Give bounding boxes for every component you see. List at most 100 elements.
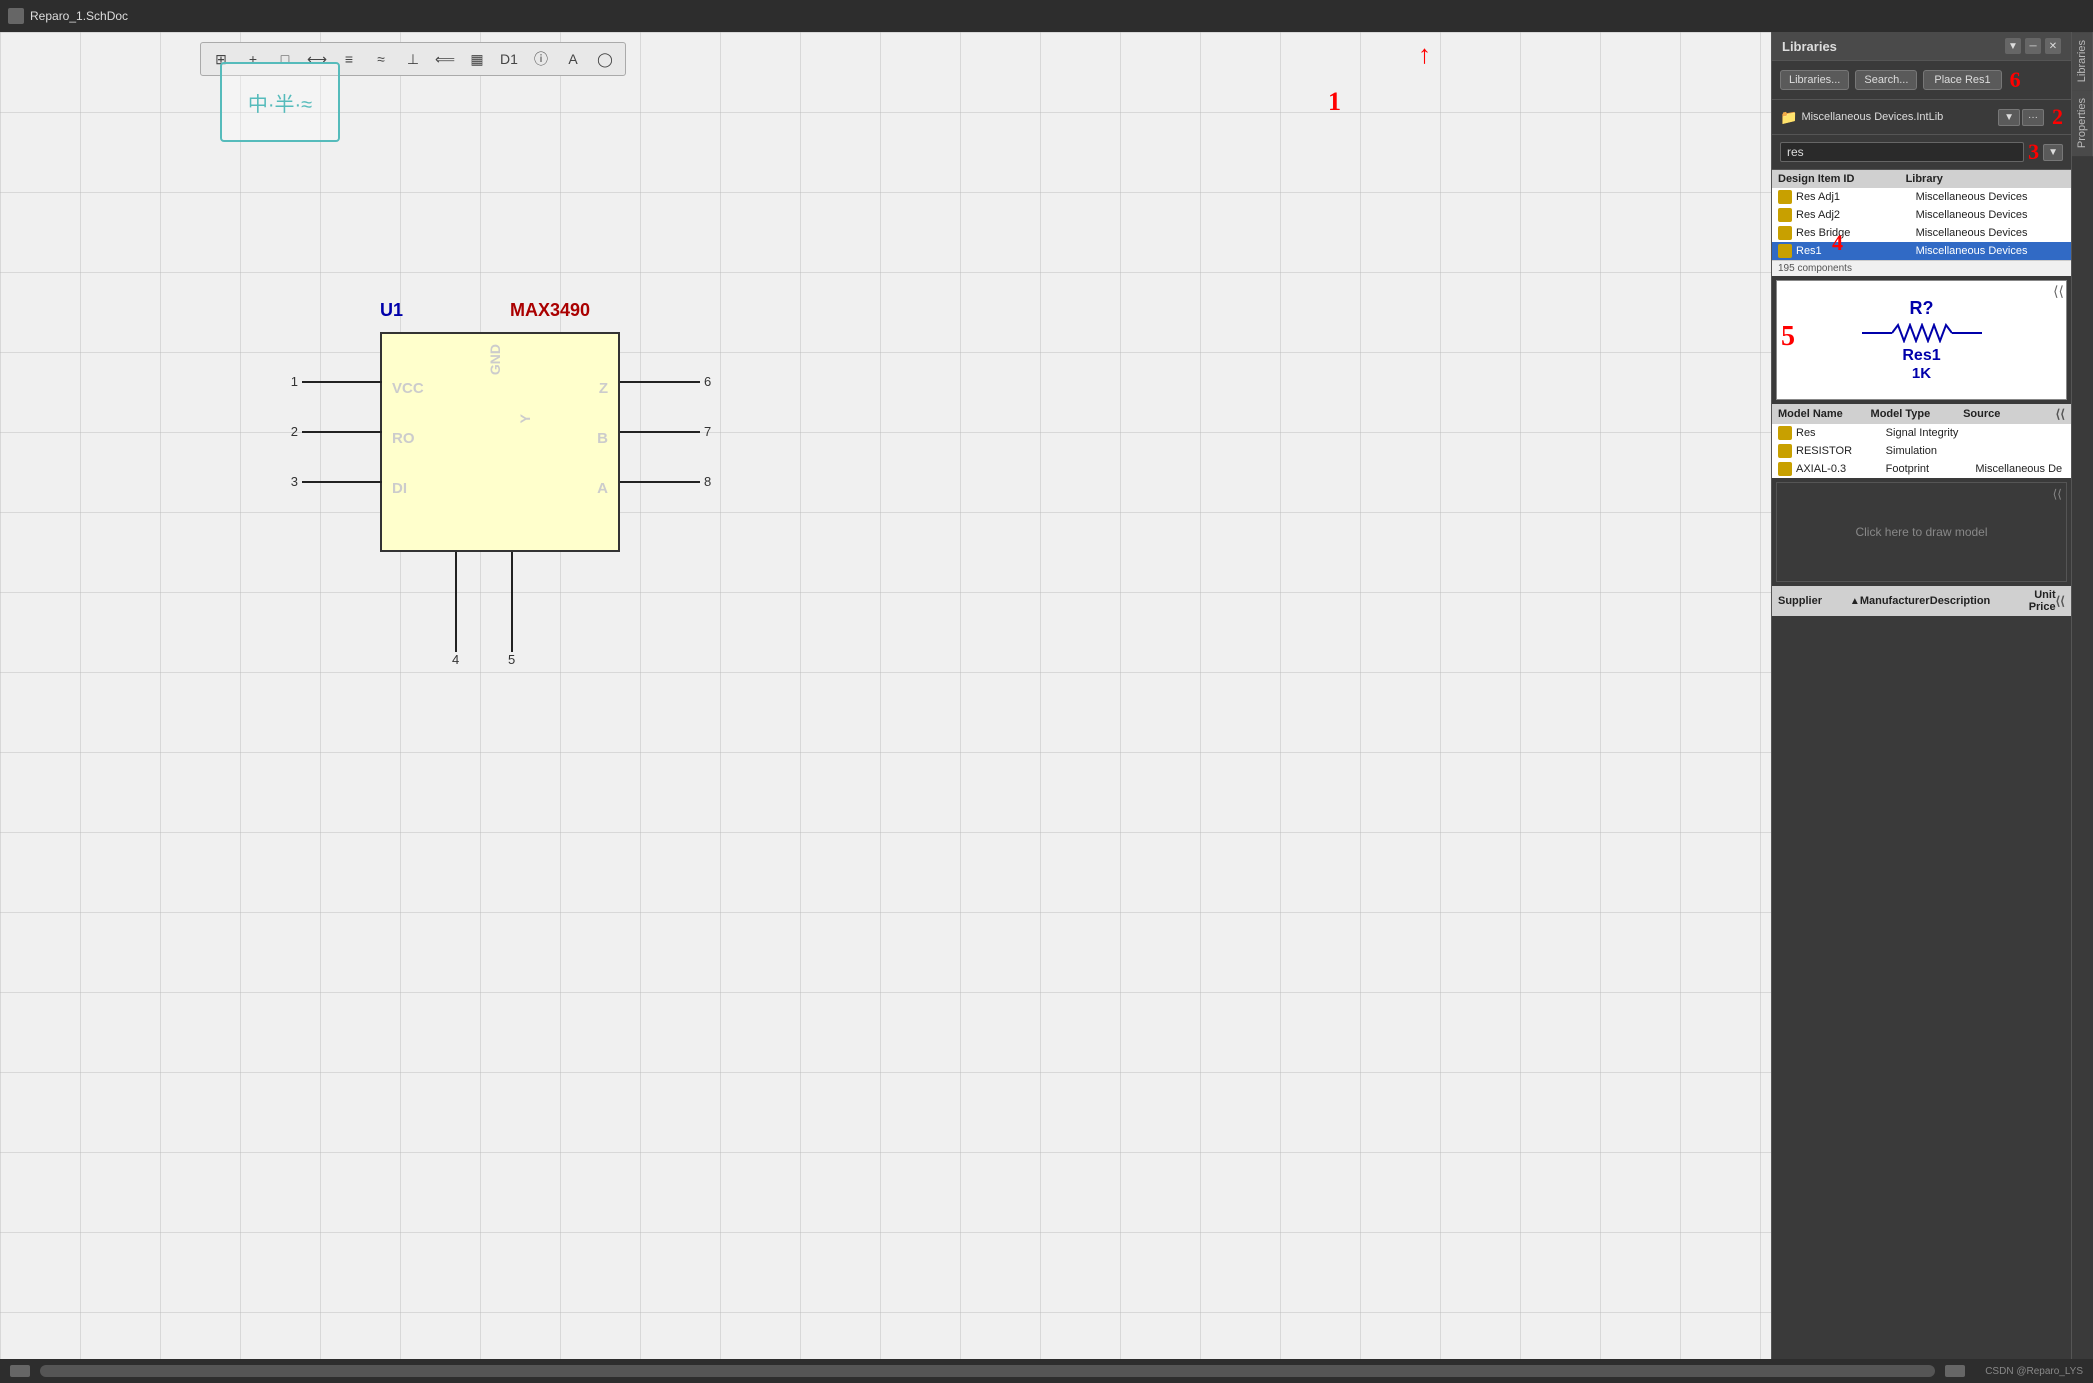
- preview-resistor: [1862, 323, 1982, 343]
- ic-pin-line-3: 3: [280, 474, 382, 489]
- search-button[interactable]: Search...: [1855, 70, 1917, 90]
- pin-num-2: 2: [280, 424, 298, 439]
- component-count: 195 components: [1772, 260, 2071, 276]
- toolbar-text[interactable]: A: [561, 47, 585, 71]
- pin-line-h-8: [620, 481, 700, 483]
- supplier-collapse-btn[interactable]: ⟨⟨: [2056, 594, 2065, 608]
- annotation-4: 4: [1832, 230, 1843, 256]
- ic-pin-z: Z: [597, 364, 608, 414]
- comp-id-res1: Res1: [1796, 245, 1916, 257]
- scroll-left-btn[interactable]: [10, 1365, 30, 1377]
- comp-id-resadj1: Res Adj1: [1796, 191, 1916, 203]
- preview-collapse-btn[interactable]: ⟨⟨: [2053, 283, 2064, 300]
- horizontal-scrollbar[interactable]: [40, 1365, 1935, 1377]
- annotation-arrow-top: ↑: [1418, 40, 1431, 70]
- comp-list-header: Design Item ID Library: [1772, 170, 2071, 188]
- supplier-header: Supplier ▲ Manufacturer Description Unit…: [1772, 586, 2071, 616]
- libraries-button[interactable]: Libraries...: [1780, 70, 1849, 90]
- toolbar-info[interactable]: ⓘ: [529, 47, 553, 71]
- side-tab-properties[interactable]: Properties: [2072, 90, 2093, 156]
- panel-dropdown-btn[interactable]: ▼: [2005, 38, 2021, 54]
- pin-num-7: 7: [704, 424, 711, 439]
- main-layout: ⊞ + □ ⟷ ≡ ≈ ⊥ ⟸ ▦ D1 ⓘ A ◯ 中·半·≈ U1 MAX3…: [0, 32, 2093, 1359]
- comp-row-res1[interactable]: Res1 Miscellaneous Devices: [1772, 242, 2071, 260]
- toolbar-grid[interactable]: ▦: [465, 47, 489, 71]
- panel-close-btn[interactable]: ✕: [2045, 38, 2061, 54]
- col-header-unit-price: UnitPrice: [2014, 589, 2056, 613]
- toolbar-perp[interactable]: ⊥: [401, 47, 425, 71]
- place-button[interactable]: Place Res1: [1923, 70, 2001, 90]
- ic-pin-line-7: 7: [620, 424, 711, 439]
- title-bar-filename: Reparo_1.SchDoc: [30, 9, 128, 23]
- comp-lib-resbridge: Miscellaneous Devices: [1916, 227, 2065, 239]
- pin-line-h-2: [302, 431, 382, 433]
- draw-model-area[interactable]: ⟨⟨ Click here to draw model: [1776, 482, 2067, 582]
- comp-row-resadj2[interactable]: Res Adj2 Miscellaneous Devices: [1772, 206, 2071, 224]
- col-header-manufacturer: Manufacturer: [1860, 595, 1930, 607]
- pin-line-h-7: [620, 431, 700, 433]
- attribution-text: CSDN @Reparo_LYS: [1985, 1366, 2083, 1377]
- pv-line-right: [1952, 332, 1982, 334]
- side-tab-libraries[interactable]: Libraries: [2072, 32, 2093, 90]
- annotation-3: 3: [2028, 139, 2039, 165]
- comp-lib-resadj2: Miscellaneous Devices: [1916, 209, 2065, 221]
- preview-symbol: R? Res1 1K: [1862, 298, 1982, 382]
- panel-title: Libraries: [1782, 39, 1837, 54]
- ic-gnd-label: GND: [487, 344, 503, 375]
- supplier-section: Supplier ▲ Manufacturer Description Unit…: [1772, 586, 2071, 676]
- pin-num-6: 6: [704, 374, 711, 389]
- toolbar-circle[interactable]: ◯: [593, 47, 617, 71]
- comp-icon-resbridge: [1778, 226, 1792, 240]
- ic-pin-a: A: [597, 464, 608, 514]
- pin-line-h-3: [302, 481, 382, 483]
- search-input[interactable]: [1780, 142, 2024, 162]
- model-name-res: Res: [1796, 427, 1886, 439]
- side-tabs: Libraries Properties: [2071, 32, 2093, 1359]
- model-src-axial: Miscellaneous De: [1975, 463, 2065, 475]
- comp-icon-res1: [1778, 244, 1792, 258]
- panel-header-buttons: ▼ ─ ✕: [2005, 38, 2061, 54]
- ic-pin-line-2: 2: [280, 424, 382, 439]
- col-header-model-type: Model Type: [1871, 408, 1964, 420]
- model-icon-axial: [1778, 462, 1792, 476]
- ic-ref-label: U1: [380, 300, 403, 321]
- model-name-axial: AXIAL-0.3: [1796, 463, 1886, 475]
- supplier-content: [1772, 616, 2071, 676]
- lib-selector-more-btn[interactable]: ···: [2022, 109, 2044, 126]
- toolbar-align[interactable]: ≡: [337, 47, 361, 71]
- col-header-source: Source: [1963, 408, 2056, 420]
- ic-box: VCC RO DI Z B A GND Y: [380, 332, 620, 552]
- draw-model-text: Click here to draw model: [1855, 525, 1987, 539]
- comp-lib-res1: Miscellaneous Devices: [1916, 245, 2065, 257]
- lib-selector: 📁 Miscellaneous Devices.IntLib ▼ ··· 2: [1772, 100, 2071, 135]
- comp-row-resbridge[interactable]: Res Bridge Miscellaneous Devices: [1772, 224, 2071, 242]
- pin-num-8: 8: [704, 474, 711, 489]
- scroll-right-btn[interactable]: [1945, 1365, 1965, 1377]
- lib-toolbar: Libraries... Search... Place Res1 6: [1772, 61, 2071, 100]
- component-list: Design Item ID Library Res Adj1 Miscella…: [1772, 170, 2071, 276]
- lib-selector-buttons: ▼ ···: [1998, 109, 2044, 126]
- preview-ref: R?: [1862, 298, 1982, 319]
- lib-selector-dropdown-btn[interactable]: ▼: [1998, 109, 2020, 126]
- draw-model-collapse-btn[interactable]: ⟨⟨: [2053, 487, 2062, 501]
- search-dropdown-btn[interactable]: ▼: [2043, 144, 2063, 161]
- symbol-chars: 中·半·≈: [248, 88, 312, 117]
- pin-line-h-1: [302, 381, 382, 383]
- pin-num-4: 4: [452, 652, 459, 667]
- annotation-2: 2: [2052, 104, 2063, 130]
- pin-num-5: 5: [508, 652, 515, 667]
- col-header-id: Design Item ID: [1778, 173, 1906, 185]
- panel-minimize-btn[interactable]: ─: [2025, 38, 2041, 54]
- models-collapse-btn[interactable]: ⟨⟨: [2056, 407, 2065, 421]
- model-name-resistor: RESISTOR: [1796, 445, 1886, 457]
- app-icon: [8, 8, 24, 24]
- ic-pin-line-1: 1: [280, 374, 382, 389]
- ic-pin-di: DI: [392, 464, 424, 514]
- toolbar-d1[interactable]: D1: [497, 47, 521, 71]
- toolbar-approx[interactable]: ≈: [369, 47, 393, 71]
- pv-line-left: [1862, 332, 1892, 334]
- comp-row-resadj1[interactable]: Res Adj1 Miscellaneous Devices: [1772, 188, 2071, 206]
- toolbar-arrow[interactable]: ⟸: [433, 47, 457, 71]
- ic-pin-line-6: 6: [620, 374, 711, 389]
- bottom-bar: CSDN @Reparo_LYS: [0, 1359, 2093, 1383]
